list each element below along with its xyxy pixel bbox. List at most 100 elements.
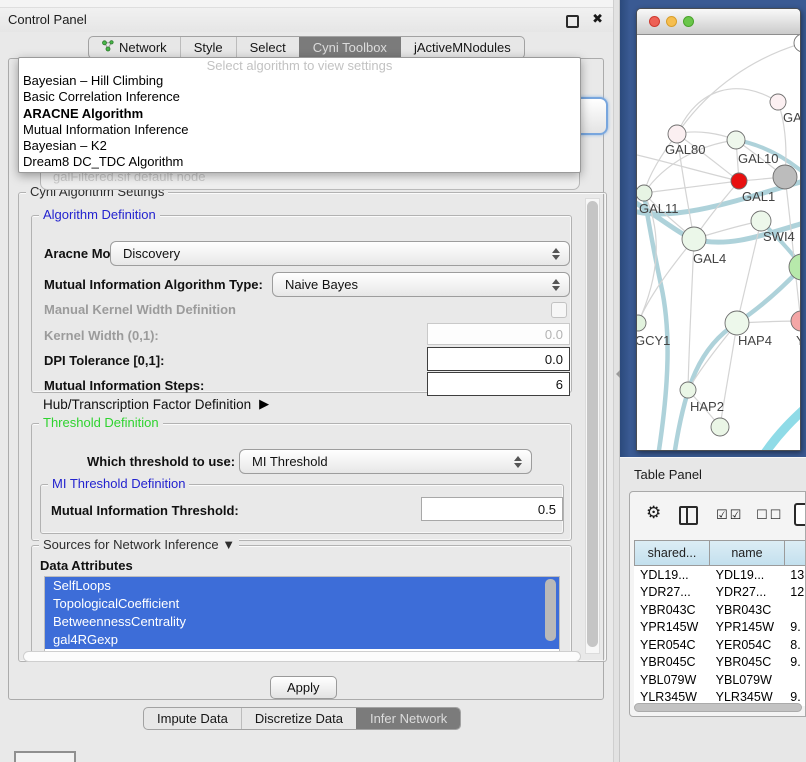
settings-scrollbar[interactable] (585, 198, 600, 654)
network-node-gal4[interactable] (682, 227, 706, 251)
column-header[interactable] (785, 540, 806, 566)
checked-pair-icon[interactable]: ☑☑ (716, 507, 743, 523)
network-node-y[interactable] (791, 311, 800, 331)
threshold-definition-legend: Threshold Definition (39, 415, 163, 430)
list-scrollbar-thumb[interactable] (545, 579, 556, 641)
table-row[interactable]: YDL19...YDL19...13 (634, 566, 806, 584)
algorithm-option[interactable]: Bayesian – Hill Climbing (19, 73, 580, 89)
apply-button[interactable]: Apply (270, 676, 337, 699)
collapsed-arrow-icon: ▶ (259, 396, 269, 412)
tab-label: Select (250, 40, 286, 55)
mi-threshold-group: MI Threshold Definition Mutual Informati… (40, 484, 564, 534)
control-panel-window: Control Panel ✖ NetworkStyleSelectCyni T… (0, 0, 613, 762)
table-cell: 9. (784, 620, 806, 634)
network-node-gcy1[interactable] (637, 315, 646, 331)
minimized-widget[interactable] (14, 751, 76, 762)
network-node[interactable] (794, 35, 800, 52)
node-label: GCY1 (637, 333, 670, 348)
table-cell: 12 (784, 585, 806, 599)
top-tab-bar: Network Style Select Cyni ToolboxjActiveMNo… (88, 36, 525, 59)
network-node-gal1[interactable] (731, 173, 747, 189)
attribute-item[interactable]: gal4RGexp (45, 631, 559, 649)
network-node-hap4[interactable] (725, 311, 749, 335)
zoom-light[interactable] (683, 16, 694, 27)
hub-definition-toggle[interactable]: Hub/Transcription Factor Definition ▶ (43, 396, 269, 412)
dpi-tolerance-field[interactable]: 0.0 (427, 347, 570, 371)
app-root: Control Panel ✖ NetworkStyleSelectCyni T… (0, 0, 806, 762)
node-label: HAP2 (690, 399, 724, 414)
table-row[interactable]: YBL079WYBL079W (634, 671, 806, 689)
node-label: GAL11 (639, 201, 679, 216)
table-cell: YPR145W (634, 620, 710, 634)
network-node[interactable] (711, 418, 729, 436)
document-icon[interactable] (794, 503, 806, 526)
close-light[interactable] (649, 16, 660, 27)
attribute-item[interactable]: BetweennessCentrality (45, 613, 559, 631)
close-icon[interactable]: ✖ (592, 11, 603, 27)
algorithm-option[interactable]: Mutual Information Inference (19, 122, 580, 138)
mi-type-combo[interactable]: Naive Bayes (272, 272, 570, 297)
tab-style[interactable]: Style (180, 37, 236, 58)
table-cell: YBR043C (634, 603, 710, 617)
network-node-hap2[interactable] (680, 382, 696, 398)
network-node-gal10[interactable] (727, 131, 745, 149)
network-window-titlebar[interactable] (637, 9, 800, 35)
attribute-item[interactable]: TopologicalCoefficient (45, 595, 559, 613)
gear-icon[interactable]: ⚙ (646, 504, 661, 522)
network-view-window[interactable]: GAL80GAL10GAL1GAL11SWI4GAL4GCY1HAP4YHAP2… (636, 8, 801, 451)
column-header[interactable]: name (710, 540, 785, 566)
panel-splitter[interactable] (613, 0, 620, 762)
right-pane: GAL80GAL10GAL1GAL11SWI4GAL4GCY1HAP4YHAP2… (613, 0, 806, 762)
algorithm-option[interactable]: Dream8 DC_TDC Algorithm (19, 154, 580, 170)
settings-hscrollbar[interactable] (23, 651, 581, 662)
sources-legend[interactable]: Sources for Network Inference ▼ (39, 537, 239, 552)
settings-scrollbar-thumb[interactable] (587, 201, 598, 647)
table-cell: YDR27... (710, 585, 785, 599)
algorithm-option[interactable]: Bayesian – K2 (19, 138, 580, 154)
which-threshold-combo[interactable]: MI Threshold (239, 449, 532, 474)
tab-select[interactable]: Select (236, 37, 299, 58)
tab-jactivemnodules[interactable]: jActiveMNodules (400, 37, 524, 58)
unchecked-pair-icon[interactable]: ☐☐ (756, 507, 783, 523)
algorithm-option[interactable]: ARACNE Algorithm (19, 106, 580, 122)
table-hscrollbar[interactable] (634, 703, 802, 712)
table-row[interactable]: YER054CYER054C8. (634, 636, 806, 654)
table-row[interactable]: YDR27...YDR27...12 (634, 584, 806, 602)
column-header[interactable]: shared... (634, 540, 710, 566)
network-canvas[interactable]: GAL80GAL10GAL1GAL11SWI4GAL4GCY1HAP4YHAP2… (637, 35, 800, 450)
table-row[interactable]: YBR043CYBR043C (634, 601, 806, 619)
algorithm-option[interactable]: Basic Correlation Inference (19, 89, 580, 105)
float-icon[interactable] (566, 15, 579, 28)
mi-steps-field[interactable]: 6 (427, 372, 570, 396)
stepper-icon (552, 279, 561, 291)
tab-impute-data[interactable]: Impute Data (144, 708, 241, 729)
mi-threshold-field[interactable]: 0.5 (421, 497, 563, 521)
table-cell: YPR145W (710, 620, 785, 634)
table-cell: YER054C (634, 638, 710, 652)
table-panel-title: Table Panel (634, 467, 702, 482)
table-cell: YBL079W (710, 673, 785, 687)
tab-infer-network[interactable]: Infer Network (356, 708, 460, 729)
network-node-gal[interactable] (770, 94, 786, 110)
network-node-gal80[interactable] (668, 125, 686, 143)
table-row[interactable]: YPR145WYPR145W9. (634, 619, 806, 637)
aracne-mode-combo[interactable]: Discovery (110, 241, 570, 266)
network-node[interactable] (773, 165, 797, 189)
columns-icon[interactable] (679, 506, 698, 525)
table-row[interactable]: YBR045CYBR045C9. (634, 654, 806, 672)
table-cell: YBR043C (710, 603, 785, 617)
network-node-swi4[interactable] (751, 211, 771, 231)
tab-discretize-data[interactable]: Discretize Data (241, 708, 356, 729)
tab-label: Style (194, 40, 223, 55)
hub-definition-label: Hub/Transcription Factor Definition (43, 397, 251, 412)
minimize-light[interactable] (666, 16, 677, 27)
table-cell: YBL079W (634, 673, 710, 687)
attribute-item[interactable]: SelfLoops (45, 577, 559, 595)
manual-kernel-checkbox[interactable] (551, 302, 567, 318)
tab-cyni-toolbox[interactable]: Cyni Toolbox (299, 37, 400, 58)
kernel-width-field[interactable]: 0.0 (427, 323, 570, 345)
table-cell: 9. (784, 655, 806, 669)
network-node-gal11[interactable] (637, 185, 652, 201)
dpi-tolerance-label: DPI Tolerance [0,1]: (44, 353, 164, 368)
tab-network[interactable]: Network (89, 37, 180, 58)
